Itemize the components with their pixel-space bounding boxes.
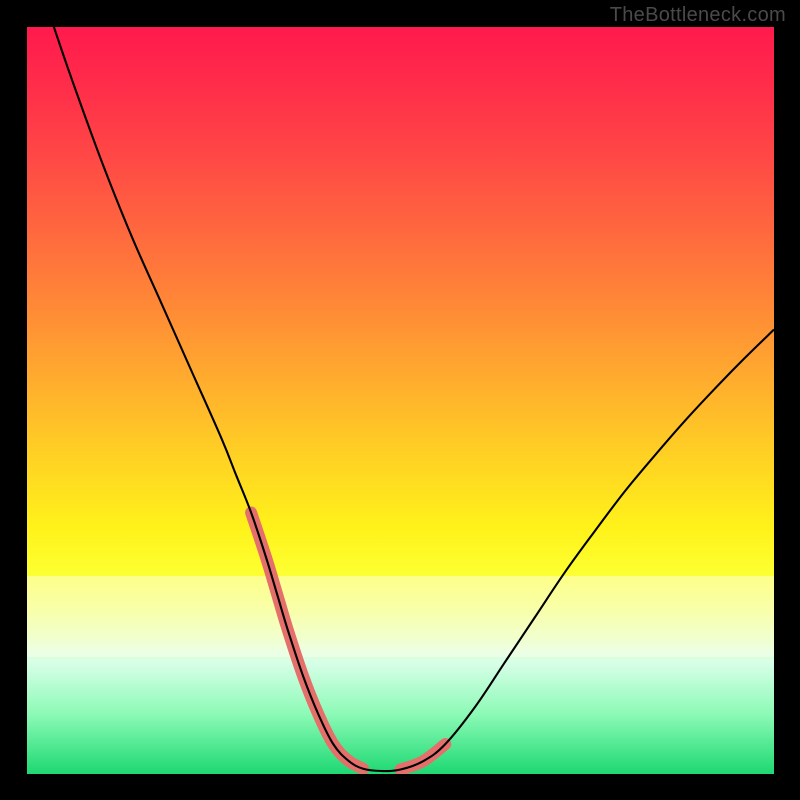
- plot-area: [27, 27, 774, 774]
- curve-layer: [27, 27, 774, 774]
- series-highlight-right: [401, 744, 446, 769]
- chart-frame: TheBottleneck.com: [0, 0, 800, 800]
- series-curve: [54, 27, 774, 771]
- watermark-text: TheBottleneck.com: [610, 4, 786, 27]
- series-highlight-left: [251, 513, 363, 769]
